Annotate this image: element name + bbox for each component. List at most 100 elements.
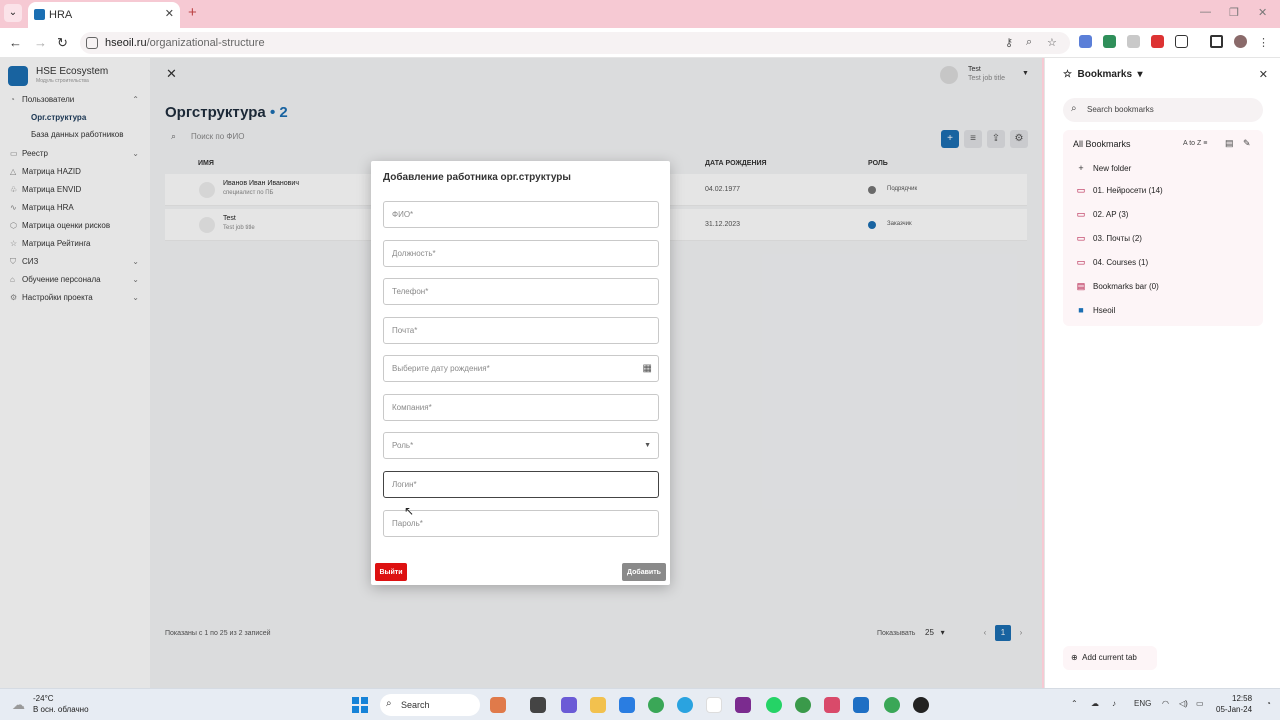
bookmarks-list: All Bookmarks A to Z ≡ ▤ ✎ + New folder ▭… <box>1063 130 1263 326</box>
side-panel-icon[interactable] <box>1210 35 1223 48</box>
search-icon: ⌕ <box>386 698 392 709</box>
bookmark-folder[interactable]: ▤ Bookmarks bar (0) <box>1073 278 1258 294</box>
utorrent-app-icon[interactable] <box>795 697 811 713</box>
bookmark-folder[interactable]: ▭ 03. Почты (2) <box>1073 230 1258 246</box>
battery-icon[interactable]: ▭ <box>1196 699 1204 708</box>
task-view-icon[interactable] <box>530 697 546 713</box>
record-extension-icon[interactable] <box>1151 35 1164 48</box>
bookmarks-header[interactable]: ☆ Bookmarks ▾ <box>1063 69 1143 80</box>
microphone-icon[interactable]: ♪ <box>1112 699 1116 708</box>
browser-tab[interactable]: HRA ✕ <box>28 2 180 28</box>
full-name-field[interactable] <box>383 201 659 228</box>
yandex-app-icon[interactable] <box>706 697 722 713</box>
add-button[interactable]: Добавить <box>622 563 666 581</box>
tray-overflow-icon[interactable]: ⌃ <box>1071 699 1078 708</box>
taskbar-search[interactable]: ⌕ Search <box>380 694 480 716</box>
bookmark-folder[interactable]: ▭ 02. AP (3) <box>1073 206 1258 222</box>
clock-time[interactable]: 12:58 <box>1232 694 1252 703</box>
edit-pencil-icon[interactable]: ✎ <box>1243 138 1251 149</box>
login-field[interactable] <box>383 471 659 498</box>
notifications-icon[interactable]: ◔ <box>1266 699 1271 708</box>
sort-button[interactable]: A to Z ≡ <box>1183 140 1207 147</box>
tab-search-button[interactable]: ⌄ <box>4 4 22 22</box>
close-panel-icon[interactable]: ✕ <box>1259 68 1268 81</box>
snipping-tool-icon[interactable] <box>824 697 840 713</box>
onenote-app-icon[interactable] <box>735 697 751 713</box>
zoom-icon[interactable]: ⌕ <box>1026 36 1032 49</box>
role-select[interactable]: ▼ <box>383 432 659 459</box>
view-toggle-icon[interactable]: ▤ <box>1225 138 1234 149</box>
chrome-app-icon[interactable] <box>648 697 664 713</box>
password-key-icon[interactable]: ⚷ <box>1005 36 1013 49</box>
extensions-puzzle-icon[interactable] <box>1175 35 1188 48</box>
login-input[interactable] <box>384 472 658 497</box>
browser-menu-icon[interactable]: ⋮ <box>1258 36 1269 49</box>
url-bar[interactable]: hseoil.ru/organizational-structure <box>80 32 1070 54</box>
bookmark-folder[interactable]: ▭ 01. Нейросети (14) <box>1073 182 1258 198</box>
restore-icon[interactable]: ❐ <box>1229 6 1239 19</box>
windows-start-icon[interactable] <box>352 697 368 713</box>
translate-extension-icon[interactable] <box>1079 35 1092 48</box>
file-explorer-icon[interactable] <box>590 697 606 713</box>
telegram-app-icon[interactable] <box>677 697 693 713</box>
sheets-extension-icon[interactable] <box>1103 35 1116 48</box>
folder-icon: ▭ <box>1076 233 1086 243</box>
bookmark-star-icon[interactable]: ☆ <box>1047 36 1057 49</box>
company-input[interactable] <box>384 395 658 420</box>
site-favicon-icon <box>34 9 45 20</box>
minimize-icon[interactable]: — <box>1200 6 1211 18</box>
password-input[interactable] <box>384 511 658 536</box>
position-field[interactable] <box>383 240 659 267</box>
window-close-icon[interactable]: ✕ <box>1258 6 1267 19</box>
role-input[interactable] <box>384 433 658 458</box>
teams-app-icon[interactable] <box>561 697 577 713</box>
new-folder-button[interactable]: + New folder <box>1073 160 1258 176</box>
globe-extension-icon[interactable] <box>1127 35 1140 48</box>
tab-title: HRA <box>49 9 73 21</box>
close-tab-icon[interactable]: ✕ <box>165 7 174 20</box>
bookmark-folder[interactable]: ▭ 04. Courses (1) <box>1073 254 1258 270</box>
whatsapp-app-icon[interactable] <box>766 697 782 713</box>
add-worker-dialog: Добавление работника орг.структуры ▦ ▼ В… <box>371 161 670 585</box>
back-icon[interactable]: ← <box>9 35 22 50</box>
full-name-input[interactable] <box>384 202 658 227</box>
obs-app-icon[interactable] <box>913 697 929 713</box>
bookmarks-search-input[interactable]: ⌕ Search bookmarks <box>1063 98 1263 122</box>
dropdown-caret-icon[interactable]: ▼ <box>644 442 651 449</box>
birth-date-field[interactable]: ▦ <box>383 355 659 382</box>
url-text: hseoil.ru/organizational-structure <box>105 37 265 49</box>
volume-icon[interactable]: ◁) <box>1179 699 1188 708</box>
birth-date-input[interactable] <box>384 356 658 381</box>
phone-field[interactable] <box>383 278 659 305</box>
outlook-app-icon[interactable] <box>853 697 869 713</box>
wifi-icon[interactable]: ◠ <box>1162 699 1169 708</box>
language-indicator[interactable]: ENG <box>1134 699 1151 708</box>
cloud-tray-icon[interactable]: ☁ <box>1091 699 1099 708</box>
new-tab-icon[interactable]: + <box>188 4 197 21</box>
phone-input[interactable] <box>384 279 658 304</box>
add-current-tab-button[interactable]: ⊕ Add current tab <box>1063 646 1157 670</box>
folder-icon: ▭ <box>1076 185 1086 195</box>
taskbar: ☁ -24°C В осн. облачно ⌕ Search ⌃ ☁ ♪ EN… <box>0 688 1280 720</box>
email-field[interactable] <box>383 317 659 344</box>
clock-date[interactable]: 05-Jan-24 <box>1216 705 1252 714</box>
search-highlight-icon[interactable] <box>490 697 506 713</box>
folder-icon: ▭ <box>1076 257 1086 267</box>
weather-description[interactable]: В осн. облачно <box>33 705 89 714</box>
store-app-icon[interactable] <box>619 697 635 713</box>
forward-icon[interactable]: → <box>34 35 47 50</box>
dialog-title: Добавление работника орг.структуры <box>383 172 571 183</box>
bookmark-link[interactable]: ■ Hseoil <box>1073 302 1258 318</box>
email-input[interactable] <box>384 318 658 343</box>
calendar-icon[interactable]: ▦ <box>643 363 652 374</box>
exit-button[interactable]: Выйти <box>375 563 407 581</box>
site-info-icon[interactable] <box>86 37 98 49</box>
password-field[interactable] <box>383 510 659 537</box>
company-field[interactable] <box>383 394 659 421</box>
chrome-profile-app-icon[interactable] <box>884 697 900 713</box>
profile-avatar-icon[interactable] <box>1234 35 1247 48</box>
weather-temperature[interactable]: -24°C <box>33 694 54 703</box>
reload-icon[interactable]: ↻ <box>57 35 68 51</box>
position-input[interactable] <box>384 241 658 266</box>
weather-cloud-icon[interactable]: ☁ <box>12 697 25 713</box>
